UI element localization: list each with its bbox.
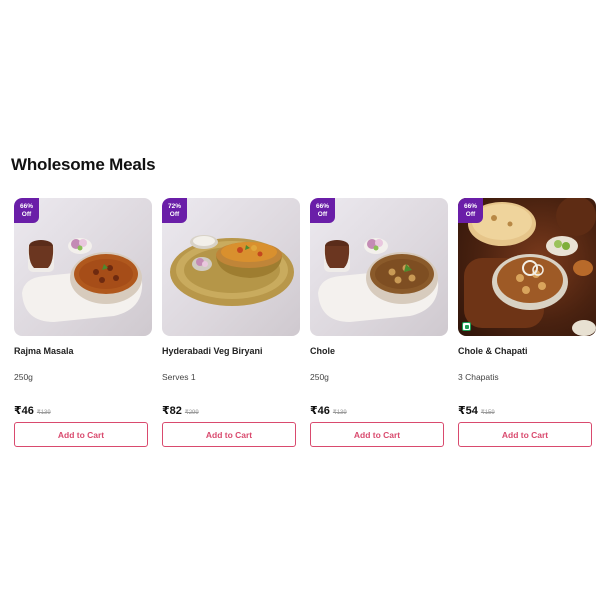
selling-price: ₹46 bbox=[14, 405, 34, 417]
discount-badge: 66% Off bbox=[310, 198, 335, 223]
add-to-cart-button[interactable]: Add to Cart bbox=[310, 422, 444, 447]
product-image[interactable]: 66% Off bbox=[458, 198, 596, 336]
product-image[interactable]: 66% Off bbox=[310, 198, 448, 336]
product-card-chole-chapati[interactable]: 66% Off Chole & Chapati 3 Chapatis ₹54 ₹… bbox=[458, 198, 596, 447]
discount-percent: 72% bbox=[167, 202, 181, 210]
product-quantity: 3 Chapatis bbox=[458, 372, 499, 382]
discount-off-label: Off bbox=[465, 210, 476, 218]
add-to-cart-button[interactable]: Add to Cart bbox=[458, 422, 592, 447]
price-row: ₹54 ₹159 bbox=[458, 404, 596, 418]
section-title: Wholesome Meals bbox=[11, 155, 156, 174]
price-row: ₹46 ₹139 bbox=[310, 404, 448, 418]
product-quantity: Serves 1 bbox=[162, 372, 196, 382]
wholesome-meals-section: Wholesome Meals 66% Off Rajma Masala 250… bbox=[0, 0, 600, 600]
product-card-rajma-masala[interactable]: 66% Off Rajma Masala 250g ₹46 ₹139 Add t… bbox=[14, 198, 152, 447]
discount-percent: 66% bbox=[463, 202, 477, 210]
discount-off-label: Off bbox=[21, 210, 32, 218]
product-list: 66% Off Rajma Masala 250g ₹46 ₹139 Add t… bbox=[14, 198, 596, 447]
product-name[interactable]: Chole bbox=[310, 346, 448, 358]
original-price: ₹299 bbox=[184, 410, 199, 416]
price-row: ₹46 ₹139 bbox=[14, 404, 152, 418]
discount-percent: 66% bbox=[19, 202, 33, 210]
discount-badge: 66% Off bbox=[14, 198, 39, 223]
product-name[interactable]: Chole & Chapati bbox=[458, 346, 596, 358]
original-price: ₹139 bbox=[332, 410, 347, 416]
discount-off-label: Off bbox=[169, 210, 180, 218]
veg-indicator-icon bbox=[462, 322, 471, 331]
product-image[interactable]: 72% Off bbox=[162, 198, 300, 336]
discount-badge: 66% Off bbox=[458, 198, 483, 223]
add-to-cart-button[interactable]: Add to Cart bbox=[14, 422, 148, 447]
selling-price: ₹46 bbox=[310, 405, 330, 417]
discount-off-label: Off bbox=[317, 210, 328, 218]
selling-price: ₹54 bbox=[458, 405, 478, 417]
discount-percent: 66% bbox=[315, 202, 329, 210]
price-row: ₹82 ₹299 bbox=[162, 404, 300, 418]
original-price: ₹159 bbox=[480, 410, 495, 416]
discount-badge: 72% Off bbox=[162, 198, 187, 223]
product-quantity: 250g bbox=[310, 372, 329, 382]
add-to-cart-button[interactable]: Add to Cart bbox=[162, 422, 296, 447]
product-card-hyderabadi-veg-biryani[interactable]: 72% Off Hyderabadi Veg Biryani Serves 1 … bbox=[162, 198, 300, 447]
selling-price: ₹82 bbox=[162, 405, 182, 417]
original-price: ₹139 bbox=[36, 410, 51, 416]
product-card-chole[interactable]: 66% Off Chole 250g ₹46 ₹139 Add to Cart bbox=[310, 198, 448, 447]
product-quantity: 250g bbox=[14, 372, 33, 382]
product-name[interactable]: Hyderabadi Veg Biryani bbox=[162, 346, 300, 358]
product-name[interactable]: Rajma Masala bbox=[14, 346, 152, 358]
product-image[interactable]: 66% Off bbox=[14, 198, 152, 336]
